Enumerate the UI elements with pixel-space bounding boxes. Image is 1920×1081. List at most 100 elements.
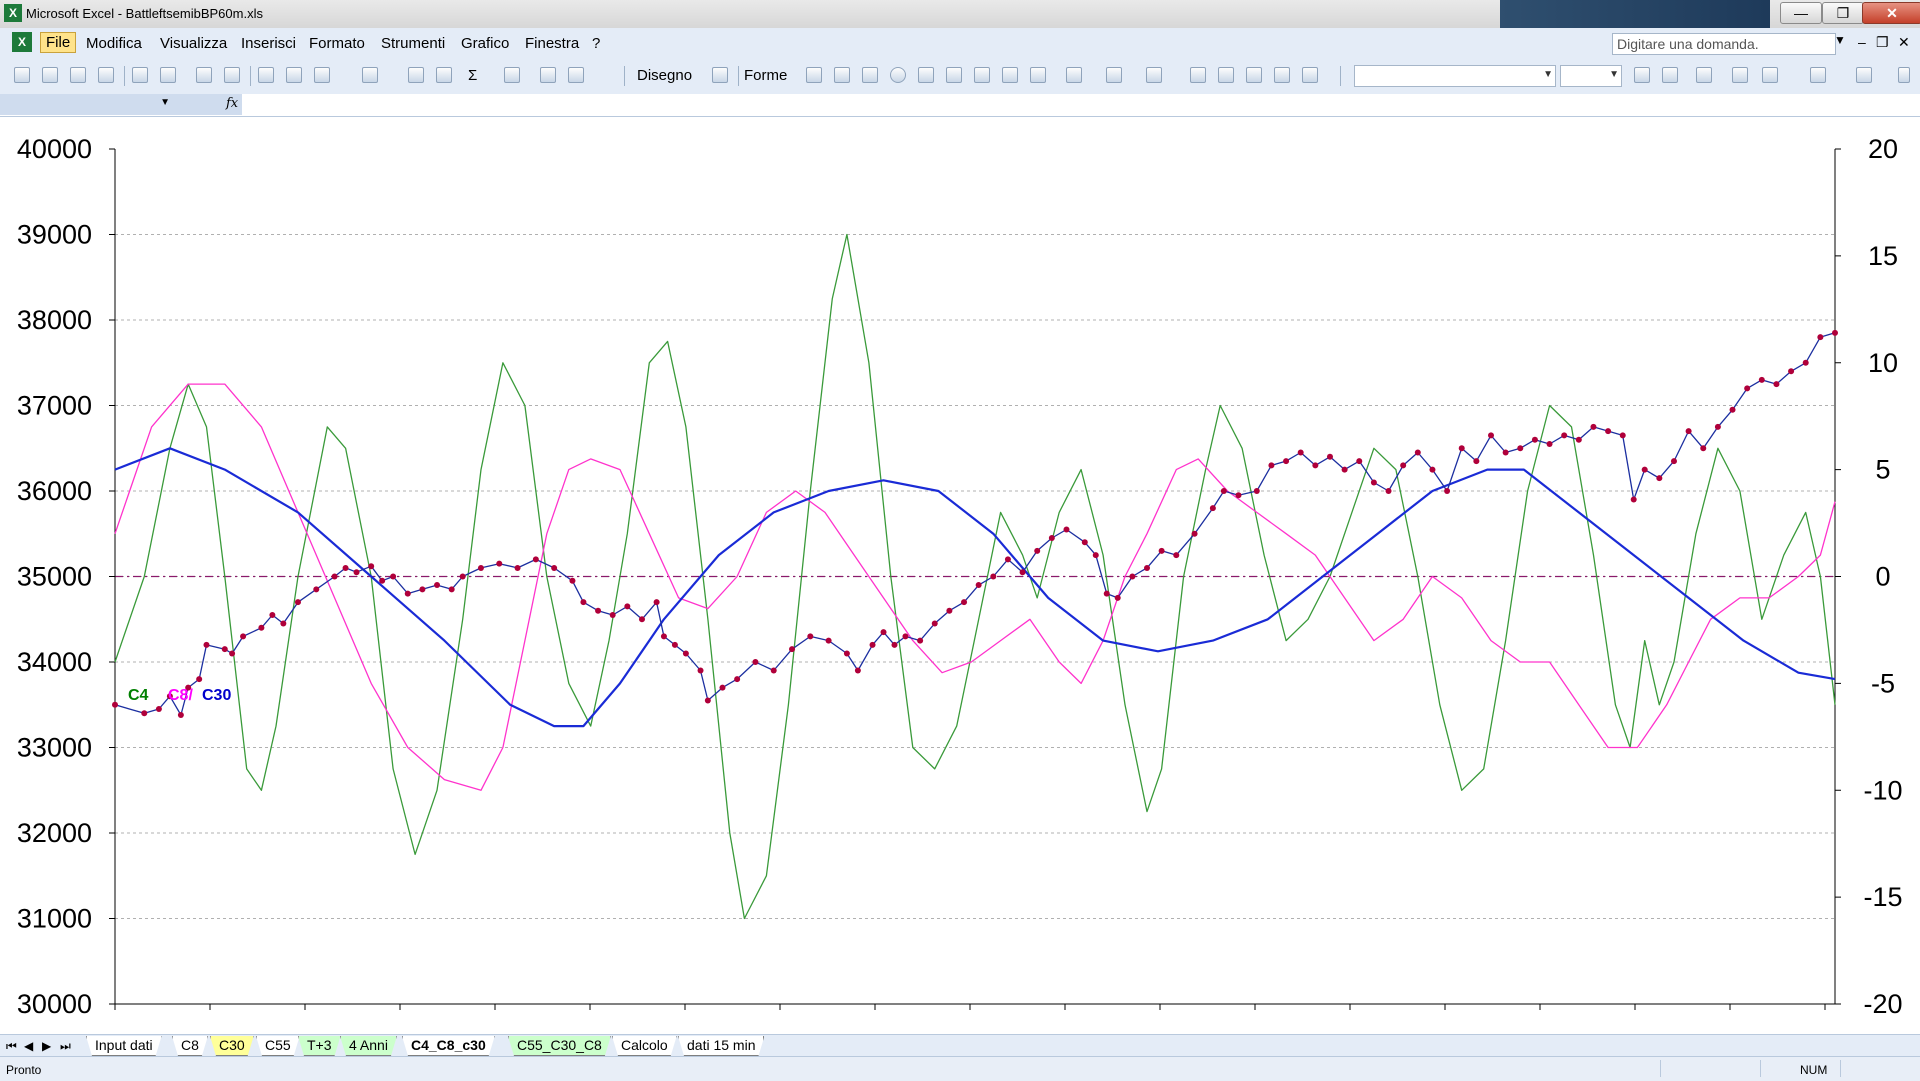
dash-style-icon[interactable] — [1218, 67, 1234, 83]
help-question-box[interactable]: Digitare una domanda. — [1612, 33, 1836, 55]
name-box[interactable]: ▼ — [0, 94, 175, 115]
maximize-button[interactable]: ❐ — [1822, 2, 1864, 24]
toolbar-separator — [1340, 66, 1341, 86]
bold-icon[interactable] — [1634, 67, 1650, 83]
print-preview-icon[interactable] — [160, 67, 176, 83]
next-sheet-icon[interactable]: ▶ — [42, 1039, 51, 1053]
sheet-tab-dati-15-min[interactable]: dati 15 min — [678, 1036, 764, 1056]
select-objects-icon[interactable] — [712, 67, 728, 83]
sheet-tab-input-dati[interactable]: Input dati — [86, 1036, 162, 1056]
sort-icon[interactable] — [504, 67, 520, 83]
chart-wizard-icon[interactable] — [408, 67, 424, 83]
clip-art-icon[interactable] — [1002, 67, 1018, 83]
sheet-tab-c30[interactable]: C30 — [210, 1036, 254, 1056]
doc-minimize-icon[interactable]: – — [1858, 34, 1866, 50]
menu-grafico[interactable]: Grafico — [461, 35, 509, 52]
price-marker — [1700, 445, 1707, 452]
picture-icon[interactable] — [1030, 67, 1046, 83]
price-marker — [789, 646, 796, 653]
line-icon[interactable] — [806, 67, 822, 83]
text-box-icon[interactable] — [918, 67, 934, 83]
help-icon[interactable] — [568, 67, 584, 83]
minimize-button[interactable]: — — [1780, 2, 1822, 24]
price-marker — [719, 684, 726, 691]
sheet-tab-c55-c30-c8[interactable]: C55_C30_C8 — [508, 1036, 611, 1056]
spelling-icon[interactable] — [196, 67, 212, 83]
sheet-tab-c55[interactable]: C55 — [256, 1036, 300, 1056]
first-sheet-icon[interactable]: ⏮ — [6, 1039, 17, 1054]
menu-file[interactable]: File — [40, 32, 77, 53]
align-icon[interactable] — [1696, 67, 1712, 83]
function-icon[interactable]: fx — [226, 96, 238, 111]
hyperlink-icon[interactable] — [436, 67, 452, 83]
open-icon[interactable] — [42, 67, 58, 83]
autoshapes-menu-button[interactable]: Forme — [744, 67, 787, 84]
drawing-menu-button[interactable]: Disegno — [637, 67, 692, 84]
menu-finestra[interactable]: Finestra — [525, 35, 579, 52]
font-color-icon-2[interactable] — [1856, 67, 1872, 83]
sheet-tab-4-anni[interactable]: 4 Anni — [340, 1036, 397, 1056]
menu-strumenti[interactable]: Strumenti — [381, 35, 445, 52]
price-marker — [1063, 526, 1070, 533]
doc-restore-icon[interactable]: ❐ — [1876, 34, 1889, 51]
euro-icon[interactable] — [1732, 67, 1748, 83]
line-style-icon[interactable] — [1190, 67, 1206, 83]
chart-icon[interactable] — [540, 67, 556, 83]
font-color-icon[interactable] — [1146, 67, 1162, 83]
price-marker — [1802, 359, 1809, 366]
3d-icon[interactable] — [1302, 67, 1318, 83]
help-dropdown-icon[interactable]: ▼ — [1834, 33, 1846, 47]
price-marker — [891, 641, 898, 648]
last-sheet-icon[interactable]: ⏭ — [60, 1039, 71, 1054]
wordart-icon[interactable] — [946, 67, 962, 83]
permission-icon[interactable] — [98, 67, 114, 83]
left-tick-label: 40000 — [17, 134, 92, 164]
paste-icon[interactable] — [314, 67, 330, 83]
price-marker — [1103, 590, 1110, 597]
font-name-combo[interactable]: ▼ — [1354, 65, 1556, 87]
sheet-tab-c4-c8-c30[interactable]: C4_C8_c30 — [402, 1036, 495, 1056]
sheet-tab-calcolo[interactable]: Calcolo — [612, 1036, 677, 1056]
arrow-icon[interactable] — [834, 67, 850, 83]
oval-icon[interactable] — [890, 67, 906, 83]
doc-close-icon[interactable]: ✕ — [1898, 34, 1910, 51]
italic-icon[interactable] — [1662, 67, 1678, 83]
price-marker — [734, 676, 741, 683]
price-marker — [203, 641, 210, 648]
rectangle-icon[interactable] — [862, 67, 878, 83]
font-size-combo[interactable]: ▼ — [1560, 65, 1622, 87]
research-icon[interactable] — [224, 67, 240, 83]
close-button[interactable]: ✕ — [1862, 2, 1920, 24]
prev-sheet-icon[interactable]: ◀ — [24, 1039, 33, 1053]
borders-icon[interactable] — [1762, 67, 1778, 83]
excel-document-icon[interactable]: X — [12, 32, 32, 52]
print-icon[interactable] — [132, 67, 148, 83]
price-marker — [1605, 428, 1612, 435]
shadow-icon[interactable] — [1274, 67, 1290, 83]
copy-icon[interactable] — [286, 67, 302, 83]
autosum-icon[interactable]: Σ — [468, 67, 477, 84]
combo-line-chart[interactable]: 30000 31000 32000 33000 34000 35000 36000 37000… — [0, 117, 1920, 1034]
sheet-tab-c8[interactable]: C8 — [172, 1036, 208, 1056]
menu-modifica[interactable]: Modifica — [86, 35, 142, 52]
undo-icon[interactable] — [362, 67, 378, 83]
title-bar: X Microsoft Excel - BattleftsemibBP60m.x… — [0, 0, 1920, 28]
price-marker — [368, 563, 375, 570]
toolbar-options-icon[interactable] — [1898, 67, 1910, 83]
diagram-icon[interactable] — [974, 67, 990, 83]
toolbar-separator — [624, 66, 625, 86]
menu-visualizza[interactable]: Visualizza — [160, 35, 227, 52]
line-color-icon[interactable] — [1106, 67, 1122, 83]
save-icon[interactable] — [70, 67, 86, 83]
fill-color-icon-2[interactable] — [1810, 67, 1826, 83]
new-icon[interactable] — [14, 67, 30, 83]
arrow-style-icon[interactable] — [1246, 67, 1262, 83]
fill-color-icon[interactable] — [1066, 67, 1082, 83]
menu-help[interactable]: ? — [592, 35, 600, 52]
sheet-tab-t-3[interactable]: T+3 — [298, 1036, 341, 1056]
menu-inserisci[interactable]: Inserisci — [241, 35, 296, 52]
cut-icon[interactable] — [258, 67, 274, 83]
menu-formato[interactable]: Formato — [309, 35, 365, 52]
legend-label-c30: C30 — [202, 687, 231, 704]
price-marker — [229, 650, 236, 657]
